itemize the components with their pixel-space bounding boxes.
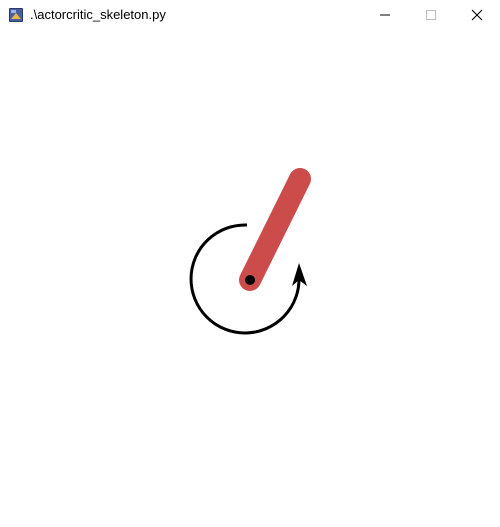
- render-canvas: [0, 30, 500, 527]
- pendulum-scene: [189, 168, 311, 335]
- pendulum-rod: [239, 168, 311, 291]
- close-icon: [471, 9, 483, 21]
- app-window: .\actorcritic_skeleton.py: [0, 0, 500, 527]
- minimize-icon: [380, 14, 390, 16]
- minimize-button[interactable]: [362, 0, 408, 30]
- maximize-icon: [426, 10, 436, 20]
- maximize-button[interactable]: [408, 0, 454, 30]
- python-app-icon: [9, 8, 23, 22]
- pivot-joint: [245, 275, 255, 285]
- window-title: .\actorcritic_skeleton.py: [30, 7, 166, 22]
- close-button[interactable]: [454, 0, 500, 30]
- title-bar[interactable]: .\actorcritic_skeleton.py: [0, 0, 500, 30]
